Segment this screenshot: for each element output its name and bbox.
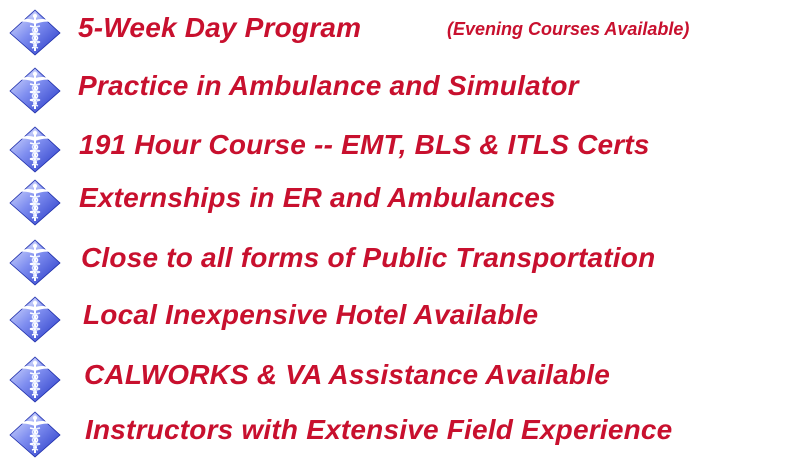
- feature-label: Instructors with Extensive Field Experie…: [85, 414, 673, 445]
- caduceus-diamond-icon: [8, 355, 62, 403]
- caduceus-diamond-icon: [8, 178, 62, 226]
- feature-label: Close to all forms of Public Transportat…: [81, 242, 656, 273]
- feature-label: 5-Week Day Program: [78, 12, 362, 43]
- feature-row: Close to all forms of Public Transportat…: [0, 238, 788, 286]
- feature-row: Externships in ER and Ambulances: [0, 178, 788, 226]
- feature-row: 5-Week Day Program (Evening Courses Avai…: [0, 8, 788, 56]
- feature-label: Practice in Ambulance and Simulator: [78, 70, 579, 101]
- feature-label: 191 Hour Course -- EMT, BLS & ITLS Certs: [79, 129, 650, 160]
- caduceus-diamond-icon: [8, 295, 62, 343]
- caduceus-diamond-icon: [8, 125, 62, 173]
- caduceus-diamond-icon: [8, 238, 62, 286]
- caduceus-diamond-icon: [8, 410, 62, 458]
- caduceus-diamond-icon: [8, 66, 62, 114]
- feature-row: 191 Hour Course -- EMT, BLS & ITLS Certs: [0, 125, 788, 173]
- feature-row: Instructors with Extensive Field Experie…: [0, 410, 788, 458]
- feature-row: Local Inexpensive Hotel Available: [0, 295, 788, 343]
- feature-note: (Evening Courses Available): [447, 19, 690, 39]
- caduceus-diamond-icon: [8, 8, 62, 56]
- feature-row: CALWORKS & VA Assistance Available: [0, 355, 788, 403]
- feature-label: Externships in ER and Ambulances: [79, 182, 556, 213]
- feature-label: Local Inexpensive Hotel Available: [83, 299, 539, 330]
- feature-row: Practice in Ambulance and Simulator: [0, 66, 788, 114]
- feature-label: CALWORKS & VA Assistance Available: [84, 359, 610, 390]
